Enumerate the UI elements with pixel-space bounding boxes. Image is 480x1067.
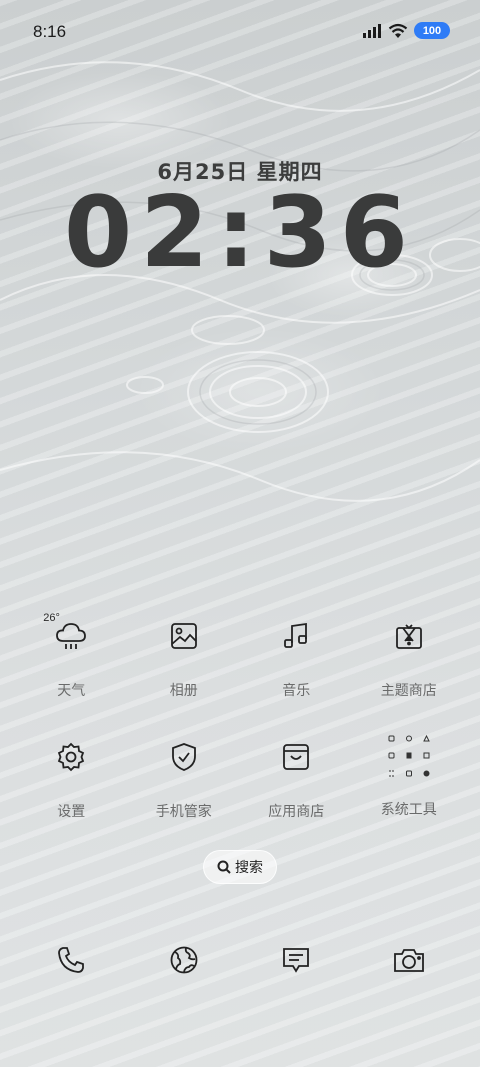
app-grid: 26° 天气 相册 音乐 主题商店 设置 手机管家 应用商店 系统工具 [15, 610, 465, 852]
app-label: 相册 [169, 683, 198, 699]
app-weather[interactable]: 26° 天气 [15, 610, 128, 731]
music-note-icon [276, 616, 316, 656]
signal-icon [363, 23, 381, 38]
status-time: 8:16 [33, 22, 67, 41]
app-gallery[interactable]: 相册 [128, 610, 241, 731]
browser-globe-icon [170, 946, 198, 974]
app-label: 系统工具 [380, 802, 437, 818]
dock-camera[interactable] [353, 945, 466, 975]
app-settings[interactable]: 设置 [15, 731, 128, 852]
dock-browser[interactable] [128, 945, 241, 975]
status-bar: 8:16 100 [0, 0, 480, 66]
app-label: 应用商店 [268, 804, 325, 820]
app-app-store[interactable]: 应用商店 [240, 731, 353, 852]
dock [15, 945, 465, 975]
wifi-icon [388, 23, 408, 38]
search-icon [217, 860, 231, 874]
app-label: 手机管家 [155, 804, 212, 820]
status-icons: 100 [362, 22, 450, 39]
theme-store-icon [389, 616, 429, 656]
app-label: 天气 [57, 683, 86, 699]
dock-phone[interactable] [15, 945, 128, 975]
app-phone-manager[interactable]: 手机管家 [128, 731, 241, 852]
app-store-icon [276, 737, 316, 777]
app-label: 设置 [57, 804, 86, 820]
gear-icon [51, 737, 91, 777]
phone-icon [58, 947, 85, 973]
messages-icon [283, 948, 310, 973]
search-label: 搜索 [235, 860, 263, 876]
battery-icon: 100 [414, 22, 450, 39]
camera-icon [393, 949, 424, 972]
app-system-tools[interactable]: 系统工具 [353, 731, 466, 852]
gallery-icon [164, 616, 204, 656]
weather-cloud-icon: 26° [43, 612, 91, 656]
lockscreen-clock[interactable]: 02:36 [0, 178, 480, 288]
search-button[interactable]: 搜索 [203, 850, 277, 884]
temperature-badge: 26° [43, 612, 60, 624]
app-music[interactable]: 音乐 [240, 610, 353, 731]
app-label: 主题商店 [380, 683, 437, 699]
dock-messages[interactable] [240, 945, 353, 975]
app-theme-store[interactable]: 主题商店 [353, 610, 466, 731]
folder-grid-icon [382, 729, 436, 783]
app-label: 音乐 [282, 683, 311, 699]
shield-check-icon [164, 737, 204, 777]
